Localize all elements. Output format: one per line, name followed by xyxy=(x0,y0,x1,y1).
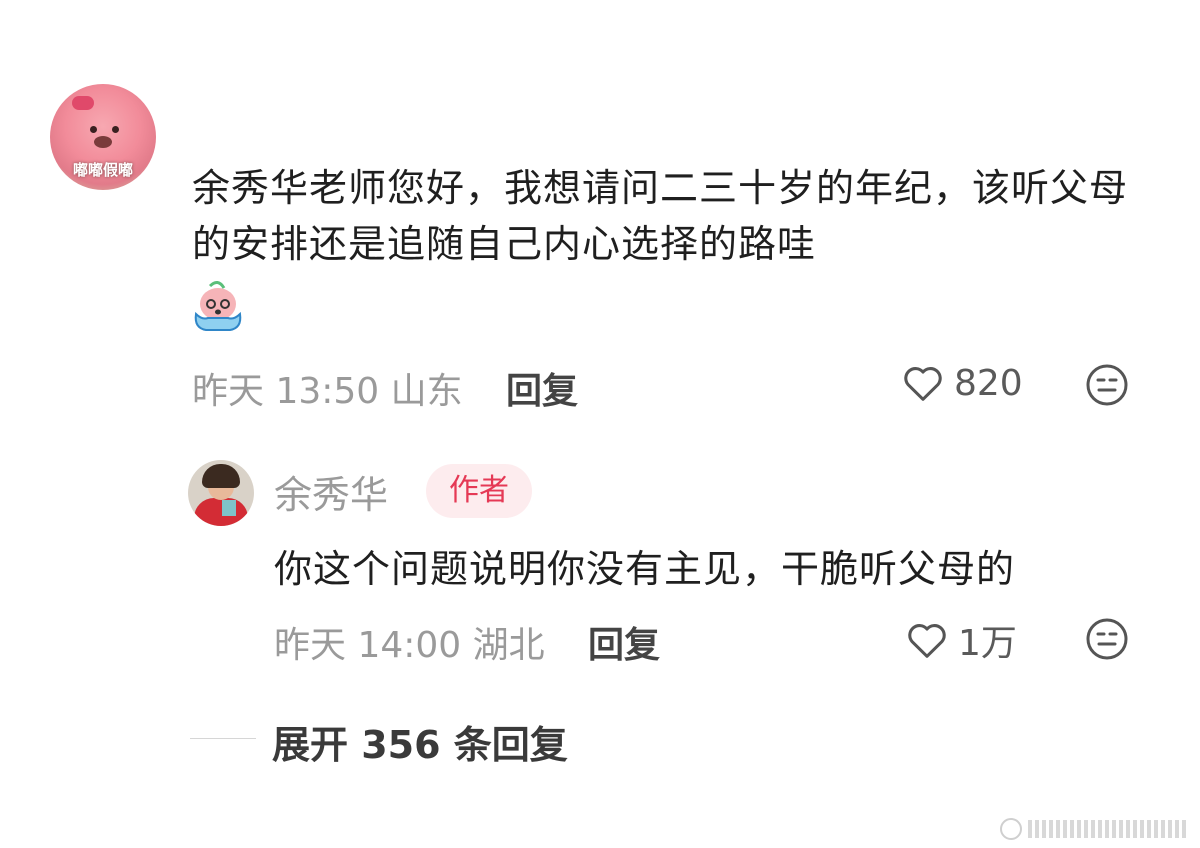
comment-time: 昨天 13:50 山东 xyxy=(192,371,463,412)
expand-divider xyxy=(190,738,256,739)
dislike-face-icon[interactable] xyxy=(1084,362,1130,408)
reply-reply-button[interactable]: 回复 xyxy=(588,616,660,668)
watermark xyxy=(1000,818,1188,840)
reply-location: 湖北 xyxy=(472,625,545,666)
heart-icon xyxy=(904,367,942,401)
cry-sticker-icon xyxy=(194,281,242,331)
author-badge: 作者 xyxy=(426,464,532,518)
expand-replies-button[interactable]: 展开 356 条回复 xyxy=(272,714,568,769)
reply-author-name[interactable]: 余秀华 xyxy=(274,464,388,519)
reply-button[interactable]: 回复 xyxy=(506,362,578,414)
dislike-face-icon[interactable] xyxy=(1084,616,1130,662)
reply-text: 你这个问题说明你没有主见，干脆听父母的 xyxy=(274,547,1016,591)
bow-decoration xyxy=(72,96,94,110)
like-button[interactable]: 820 xyxy=(900,360,1023,406)
reply-like-count: 1万 xyxy=(958,623,1017,664)
commenter-avatar[interactable]: 嘟嘟假嘟 xyxy=(50,84,156,190)
reply-like-button[interactable]: 1万 xyxy=(904,614,1017,666)
avatar-label: 嘟嘟假嘟 xyxy=(72,161,133,179)
like-count: 820 xyxy=(954,362,1023,404)
author-avatar[interactable] xyxy=(188,460,254,526)
comment-location: 山东 xyxy=(390,371,463,412)
comment-thread: 嘟嘟假嘟 余秀华老师您好，我想请问二三十岁的年纪，该听父母的安排还是追随自己内心… xyxy=(0,0,1200,848)
reply-time: 昨天 14:00 湖北 xyxy=(274,625,545,666)
comment-text: 余秀华老师您好，我想请问二三十岁的年纪，该听父母的安排还是追随自己内心选择的路哇 xyxy=(192,166,1129,266)
heart-icon xyxy=(908,624,946,658)
